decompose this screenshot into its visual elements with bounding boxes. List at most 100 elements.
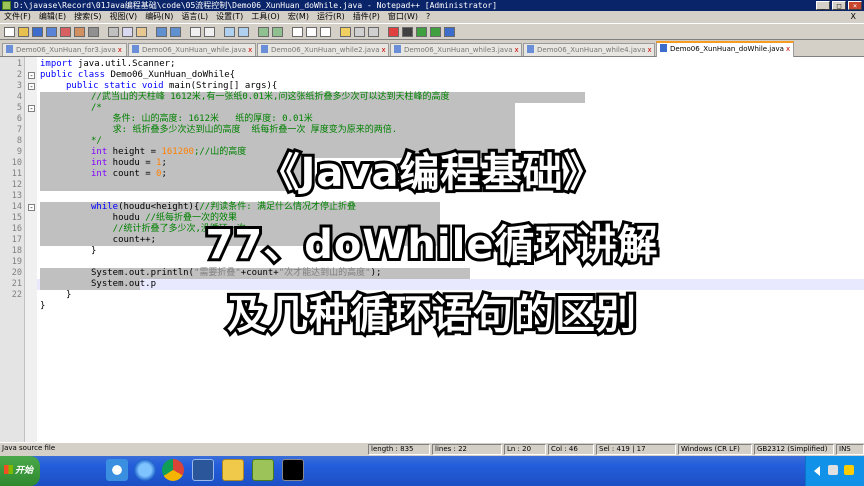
tab-label: Demo06_XunHuan_for3.java [16,46,116,54]
menu-run[interactable]: 运行(R) [313,11,349,23]
cut-icon[interactable] [108,27,119,37]
baidu-netdisk-icon[interactable] [106,459,128,481]
line-number: 7 [16,125,22,135]
start-button[interactable]: 开始 [0,456,40,486]
line-number: 4 [16,92,22,102]
code-line-7: 求: 纸折叠多少次达到山的高度 纸每折叠一次 厚度变为原来的两倍. [91,125,398,135]
window-title: D:\javase\Record\01Java编程基础\code\05流程控制\… [14,1,498,10]
menu-tools[interactable]: 工具(O) [247,11,284,23]
close-file-icon[interactable] [60,27,71,37]
notepadpp-taskbar-icon[interactable] [252,459,274,481]
minimize-button[interactable]: _ [816,1,830,10]
show-hidden-icons-icon[interactable] [814,466,820,476]
command-prompt-icon[interactable] [282,459,304,481]
function-list-icon[interactable] [368,27,379,37]
open-file-icon[interactable] [18,27,29,37]
tab-doc-while[interactable]: Demo06_XunHuan_while.java x [128,43,256,56]
code-line-4: //武当山的天柱峰 1612米,有一张纸0.01米,问这张纸折叠多少次可以达到天… [91,92,450,102]
save-all-icon[interactable] [46,27,57,37]
file-icon [132,45,139,53]
paste-icon[interactable] [136,27,147,37]
menu-language[interactable]: 语言(L) [177,11,212,23]
fold-toggle-icon[interactable]: - [28,204,35,212]
menu-view[interactable]: 视图(V) [105,11,141,23]
menu-settings[interactable]: 设置(T) [212,11,247,23]
stop-macro-icon[interactable] [402,27,413,37]
tab-close-icon[interactable]: x [118,46,122,54]
play-macro-icon[interactable] [416,27,427,37]
zoom-in-icon[interactable] [224,27,235,37]
action-center-icon[interactable] [844,465,854,475]
play-multiple-icon[interactable] [430,27,441,37]
fold-toggle-icon[interactable]: - [28,83,35,91]
code-line-3: public static void main(String[] args){ [66,81,277,92]
volume-icon[interactable] [828,465,838,475]
save-icon[interactable] [32,27,43,37]
menu-encoding[interactable]: 编码(N) [141,11,177,23]
tab-label: Demo06_XunHuan_doWhile.java [670,45,784,53]
redo-icon[interactable] [170,27,181,37]
record-macro-icon[interactable] [388,27,399,37]
code-line-1: import java.util.Scanner; [40,59,175,70]
status-lines: lines : 22 [432,444,502,455]
tab-label: Demo06_XunHuan_while.java [142,46,247,54]
tab-close-icon[interactable]: x [648,46,652,54]
show-all-chars-icon[interactable] [306,27,317,37]
internet-explorer-icon[interactable] [134,459,156,481]
tab-doc-while4[interactable]: Demo06_XunHuan_while4.java x [523,43,655,56]
replace-icon[interactable] [204,27,215,37]
chrome-icon[interactable] [162,459,184,481]
word-wrap-icon[interactable] [292,27,303,37]
status-encoding: GB2312 (Simplified) [754,444,834,455]
print-icon[interactable] [88,27,99,37]
status-bar: Java source file length : 835 lines : 22… [0,442,864,457]
save-macro-icon[interactable] [444,27,455,37]
file-icon [261,45,268,53]
doc-map-icon[interactable] [354,27,365,37]
undo-icon[interactable] [156,27,167,37]
indent-guide-icon[interactable] [320,27,331,37]
notepadpp-icon [2,1,11,10]
tab-doc-dowhile[interactable]: Demo06_XunHuan_doWhile.java x [656,41,794,57]
sync-horizontal-icon[interactable] [272,27,283,37]
menu-edit[interactable]: 编辑(E) [35,11,70,23]
tab-doc-while2[interactable]: Demo06_XunHuan_while2.java x [257,43,389,56]
tab-doc-for3[interactable]: Demo06_XunHuan_for3.java x [2,43,127,56]
close-button[interactable]: × [848,1,862,10]
menu-macro[interactable]: 宏(M) [284,11,313,23]
fold-toggle-icon[interactable]: - [28,105,35,113]
sync-vertical-icon[interactable] [258,27,269,37]
tab-close-icon[interactable]: x [515,46,519,54]
code-token: java.util.Scanner; [72,59,176,69]
status-length: length : 835 [368,444,430,455]
menu-help[interactable]: ? [422,11,434,23]
copy-icon[interactable] [122,27,133,37]
tab-close-icon[interactable]: x [382,46,386,54]
menu-window[interactable]: 窗口(W) [384,11,422,23]
close-all-icon[interactable] [74,27,85,37]
line-number: 2 [16,70,22,80]
document-tab-bar: Demo06_XunHuan_for3.java x Demo06_XunHuan… [0,40,864,57]
maximize-button[interactable]: □ [832,1,846,10]
file-icon [394,45,401,53]
fold-toggle-icon[interactable]: - [28,72,35,80]
line-number: 6 [16,114,22,124]
code-token: //判读条件: 满足什么情况才停止折叠 [199,202,357,212]
code-line-2: public class Demo06_XunHuan_doWhile{ [40,70,235,81]
menu-search[interactable]: 搜索(S) [70,11,105,23]
tab-close-icon[interactable]: x [248,46,252,54]
find-icon[interactable] [190,27,201,37]
tab-doc-while3[interactable]: Demo06_XunHuan_while3.java x [390,43,522,56]
menu-plugins[interactable]: 插件(P) [349,11,384,23]
zoom-out-icon[interactable] [238,27,249,37]
status-eol: Windows (CR LF) [678,444,752,455]
word-icon[interactable] [192,459,214,481]
tab-close-icon[interactable]: x [786,45,790,53]
new-file-icon[interactable] [4,27,15,37]
code-line-5: /* [91,103,102,113]
close-document-button[interactable]: X [847,11,860,23]
user-language-icon[interactable] [340,27,351,37]
status-selection: Sel : 419 | 17 [596,444,676,455]
menu-file[interactable]: 文件(F) [0,11,35,23]
file-explorer-icon[interactable] [222,459,244,481]
